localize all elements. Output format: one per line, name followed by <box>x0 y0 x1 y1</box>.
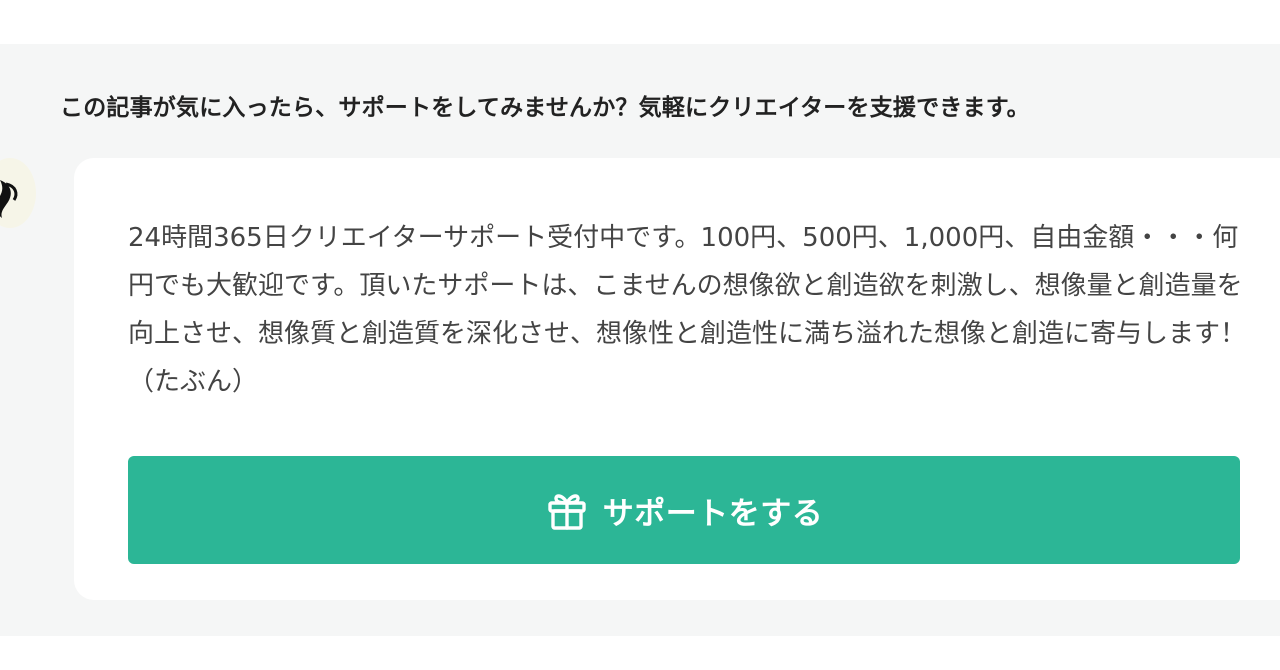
support-button[interactable]: サポートをする <box>128 456 1240 564</box>
gift-icon <box>545 488 589 532</box>
support-section: この記事が気に入ったら、サポートをしてみませんか？気軽にクリエイターを支援できま… <box>0 44 1280 636</box>
support-button-label: サポートをする <box>602 495 824 532</box>
support-message: 24時間365日クリエイターサポート受付中です。100円、500円、1,000円… <box>128 223 1247 397</box>
creator-avatar[interactable] <box>0 158 36 228</box>
support-heading: この記事が気に入ったら、サポートをしてみませんか？気軽にクリエイターを支援できま… <box>60 95 1030 121</box>
support-card: 24時間365日クリエイターサポート受付中です。100円、500円、1,000円… <box>74 158 1280 600</box>
